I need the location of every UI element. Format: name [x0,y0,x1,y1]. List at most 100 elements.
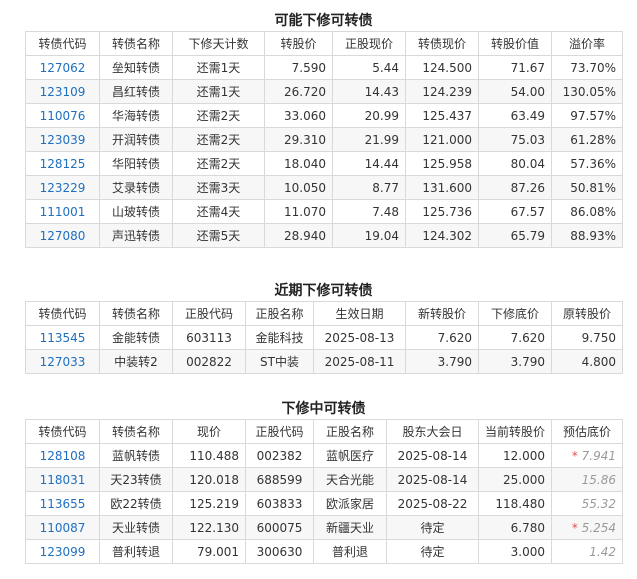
bond-code-link[interactable]: 111001 [40,205,86,219]
table-row[interactable]: 118031 天23转债 120.018 688599 天合光能 2025-08-14 25… [25,467,623,492]
column-header[interactable]: 正股现价 [332,31,406,56]
table-cell: 新疆天业 [313,515,387,540]
table-cell: 61.28% [551,127,623,152]
column-header[interactable]: 转股价 [264,31,333,56]
estimated-floor-cell: * 7.941 [551,443,623,468]
possible-revision-table: 转债代码 转债名称 下修天计数 转股价 正股现价 转债现价 转股价值 溢价率 127062 垒知… [25,31,623,248]
table-row[interactable]: 123039 开润转债 还需2天 29.310 21.99 121.000 75.03 61.… [25,127,623,152]
bond-code-link[interactable]: 113655 [40,497,86,511]
table-cell: 华阳转债 [99,151,173,176]
bond-code-link[interactable]: 123099 [40,545,86,559]
table-cell: 80.04 [478,151,552,176]
table-cell: 还需5天 [172,223,265,248]
table-cell: 125.736 [405,199,479,224]
table-cell: 54.00 [478,79,552,104]
bond-code-link[interactable]: 110076 [40,109,86,123]
column-header[interactable]: 现价 [172,419,246,444]
column-header[interactable]: 生效日期 [313,301,406,326]
table-row[interactable]: 127033 中装转2 002822 ST中装 2025-08-11 3.790 3.790… [25,349,623,374]
bond-code-link[interactable]: 128125 [40,157,86,171]
table-row[interactable]: 128108 蓝帆转债 110.488 002382 蓝帆医疗 2025-08-14 12.… [25,443,623,468]
bond-code-link[interactable]: 127080 [40,229,86,243]
table-cell: 2025-08-14 [386,443,479,468]
column-header[interactable]: 当前转股价 [478,419,552,444]
table-row[interactable]: 110076 华海转债 还需2天 33.060 20.99 125.437 63.49 97.… [25,103,623,128]
column-header[interactable]: 溢价率 [551,31,623,56]
column-header[interactable]: 正股名称 [313,419,387,444]
table-cell: ST中装 [245,349,314,374]
column-header[interactable]: 下修底价 [478,301,552,326]
table-row[interactable]: 127080 声迅转债 还需5天 28.940 19.04 124.302 65.79 88.… [25,223,623,248]
table-cell: 002382 [245,443,314,468]
bond-code-cell: 128108 [25,443,100,468]
table-cell: 125.437 [405,103,479,128]
table-row[interactable]: 110087 天业转债 122.130 600075 新疆天业 待定 6.780 * 5.25… [25,515,623,540]
bond-code-cell: 127080 [25,223,100,248]
table-cell: 122.130 [172,515,246,540]
column-header[interactable]: 转债名称 [99,419,173,444]
table-cell: 7.620 [405,325,479,350]
table-cell: 还需2天 [172,127,265,152]
table-cell: 2025-08-22 [386,491,479,516]
table-cell: 天业转债 [99,515,173,540]
column-header[interactable]: 正股代码 [245,419,314,444]
bond-code-link[interactable]: 123229 [40,181,86,195]
bond-code-link[interactable]: 123109 [40,85,86,99]
table-cell: 7.590 [264,55,333,80]
table-row[interactable]: 113545 金能转债 603113 金能科技 2025-08-13 7.620 7.620… [25,325,623,350]
table-row[interactable]: 123229 艾录转债 还需3天 10.050 8.77 131.600 87.26 50.8… [25,175,623,200]
column-header[interactable]: 新转股价 [405,301,479,326]
column-header[interactable]: 转债代码 [25,301,100,326]
bond-code-cell: 123109 [25,79,100,104]
table-row[interactable]: 128125 华阳转债 还需2天 18.040 14.44 125.958 80.04 57.… [25,151,623,176]
table-cell: 还需1天 [172,55,265,80]
bond-code-link[interactable]: 110087 [40,521,86,535]
bond-code-link[interactable]: 113545 [40,331,86,345]
estimated-floor-cell: 55.32 [551,491,623,516]
bond-code-link[interactable]: 127062 [40,61,86,75]
table-header-row: 转债代码 转债名称 正股代码 正股名称 生效日期 新转股价 下修底价 原转股价 [25,301,623,326]
table-row[interactable]: 123109 昌红转债 还需1天 26.720 14.43 124.239 54.00 130… [25,79,623,104]
column-header[interactable]: 转债名称 [99,31,173,56]
table-cell: 603113 [172,325,246,350]
possible-downward-revision-section: 可能下修可转债 转债代码 转债名称 下修天计数 转股价 正股现价 转债现价 转股价值 溢价率 … [25,11,623,248]
table-cell: 中装转2 [99,349,173,374]
bond-code-link[interactable]: 127033 [40,355,86,369]
bond-code-link[interactable]: 118031 [40,473,86,487]
column-header[interactable]: 转股价值 [478,31,552,56]
estimated-floor-value: 15.86 [581,472,616,487]
column-header[interactable]: 预估底价 [551,419,623,444]
table-cell: 7.48 [332,199,406,224]
table-row[interactable]: 113655 欧22转债 125.219 603833 欧派家居 2025-08-22 11… [25,491,623,516]
column-header[interactable]: 股东大会日 [386,419,479,444]
table-cell: 120.018 [172,467,246,492]
table-cell: 002822 [172,349,246,374]
table-cell: 57.36% [551,151,623,176]
table-cell: 87.26 [478,175,552,200]
table-row[interactable]: 111001 山玻转债 还需4天 11.070 7.48 125.736 67.57 86.0… [25,199,623,224]
column-header[interactable]: 转债现价 [405,31,479,56]
bond-code-link[interactable]: 128108 [40,449,86,463]
column-header[interactable]: 转债名称 [99,301,173,326]
table-row[interactable]: 127062 垒知转债 还需1天 7.590 5.44 124.500 71.67 73.70… [25,55,623,80]
table-header-row: 转债代码 转债名称 下修天计数 转股价 正股现价 转债现价 转股价值 溢价率 [25,31,623,56]
table-cell: 14.44 [332,151,406,176]
column-header[interactable]: 原转股价 [551,301,623,326]
column-header[interactable]: 转债代码 [25,419,100,444]
table-cell: 2025-08-13 [313,325,406,350]
table-cell: 4.800 [551,349,623,374]
bond-code-cell: 127062 [25,55,100,80]
table-cell: 还需1天 [172,79,265,104]
table-cell: 29.310 [264,127,333,152]
estimated-floor-value: 5.254 [581,520,616,535]
table-cell: 9.750 [551,325,623,350]
column-header[interactable]: 正股代码 [172,301,246,326]
column-header[interactable]: 下修天计数 [172,31,265,56]
table-cell: 3.000 [478,539,552,564]
estimate-star-icon: * [571,520,578,535]
in-revision-table: 转债代码 转债名称 现价 正股代码 正股名称 股东大会日 当前转股价 预估底价 128108 蓝… [25,419,623,564]
table-row[interactable]: 123099 普利转退 79.001 300630 普利退 待定 3.000 1.42 [25,539,623,564]
bond-code-link[interactable]: 123039 [40,133,86,147]
column-header[interactable]: 转债代码 [25,31,100,56]
column-header[interactable]: 正股名称 [245,301,314,326]
